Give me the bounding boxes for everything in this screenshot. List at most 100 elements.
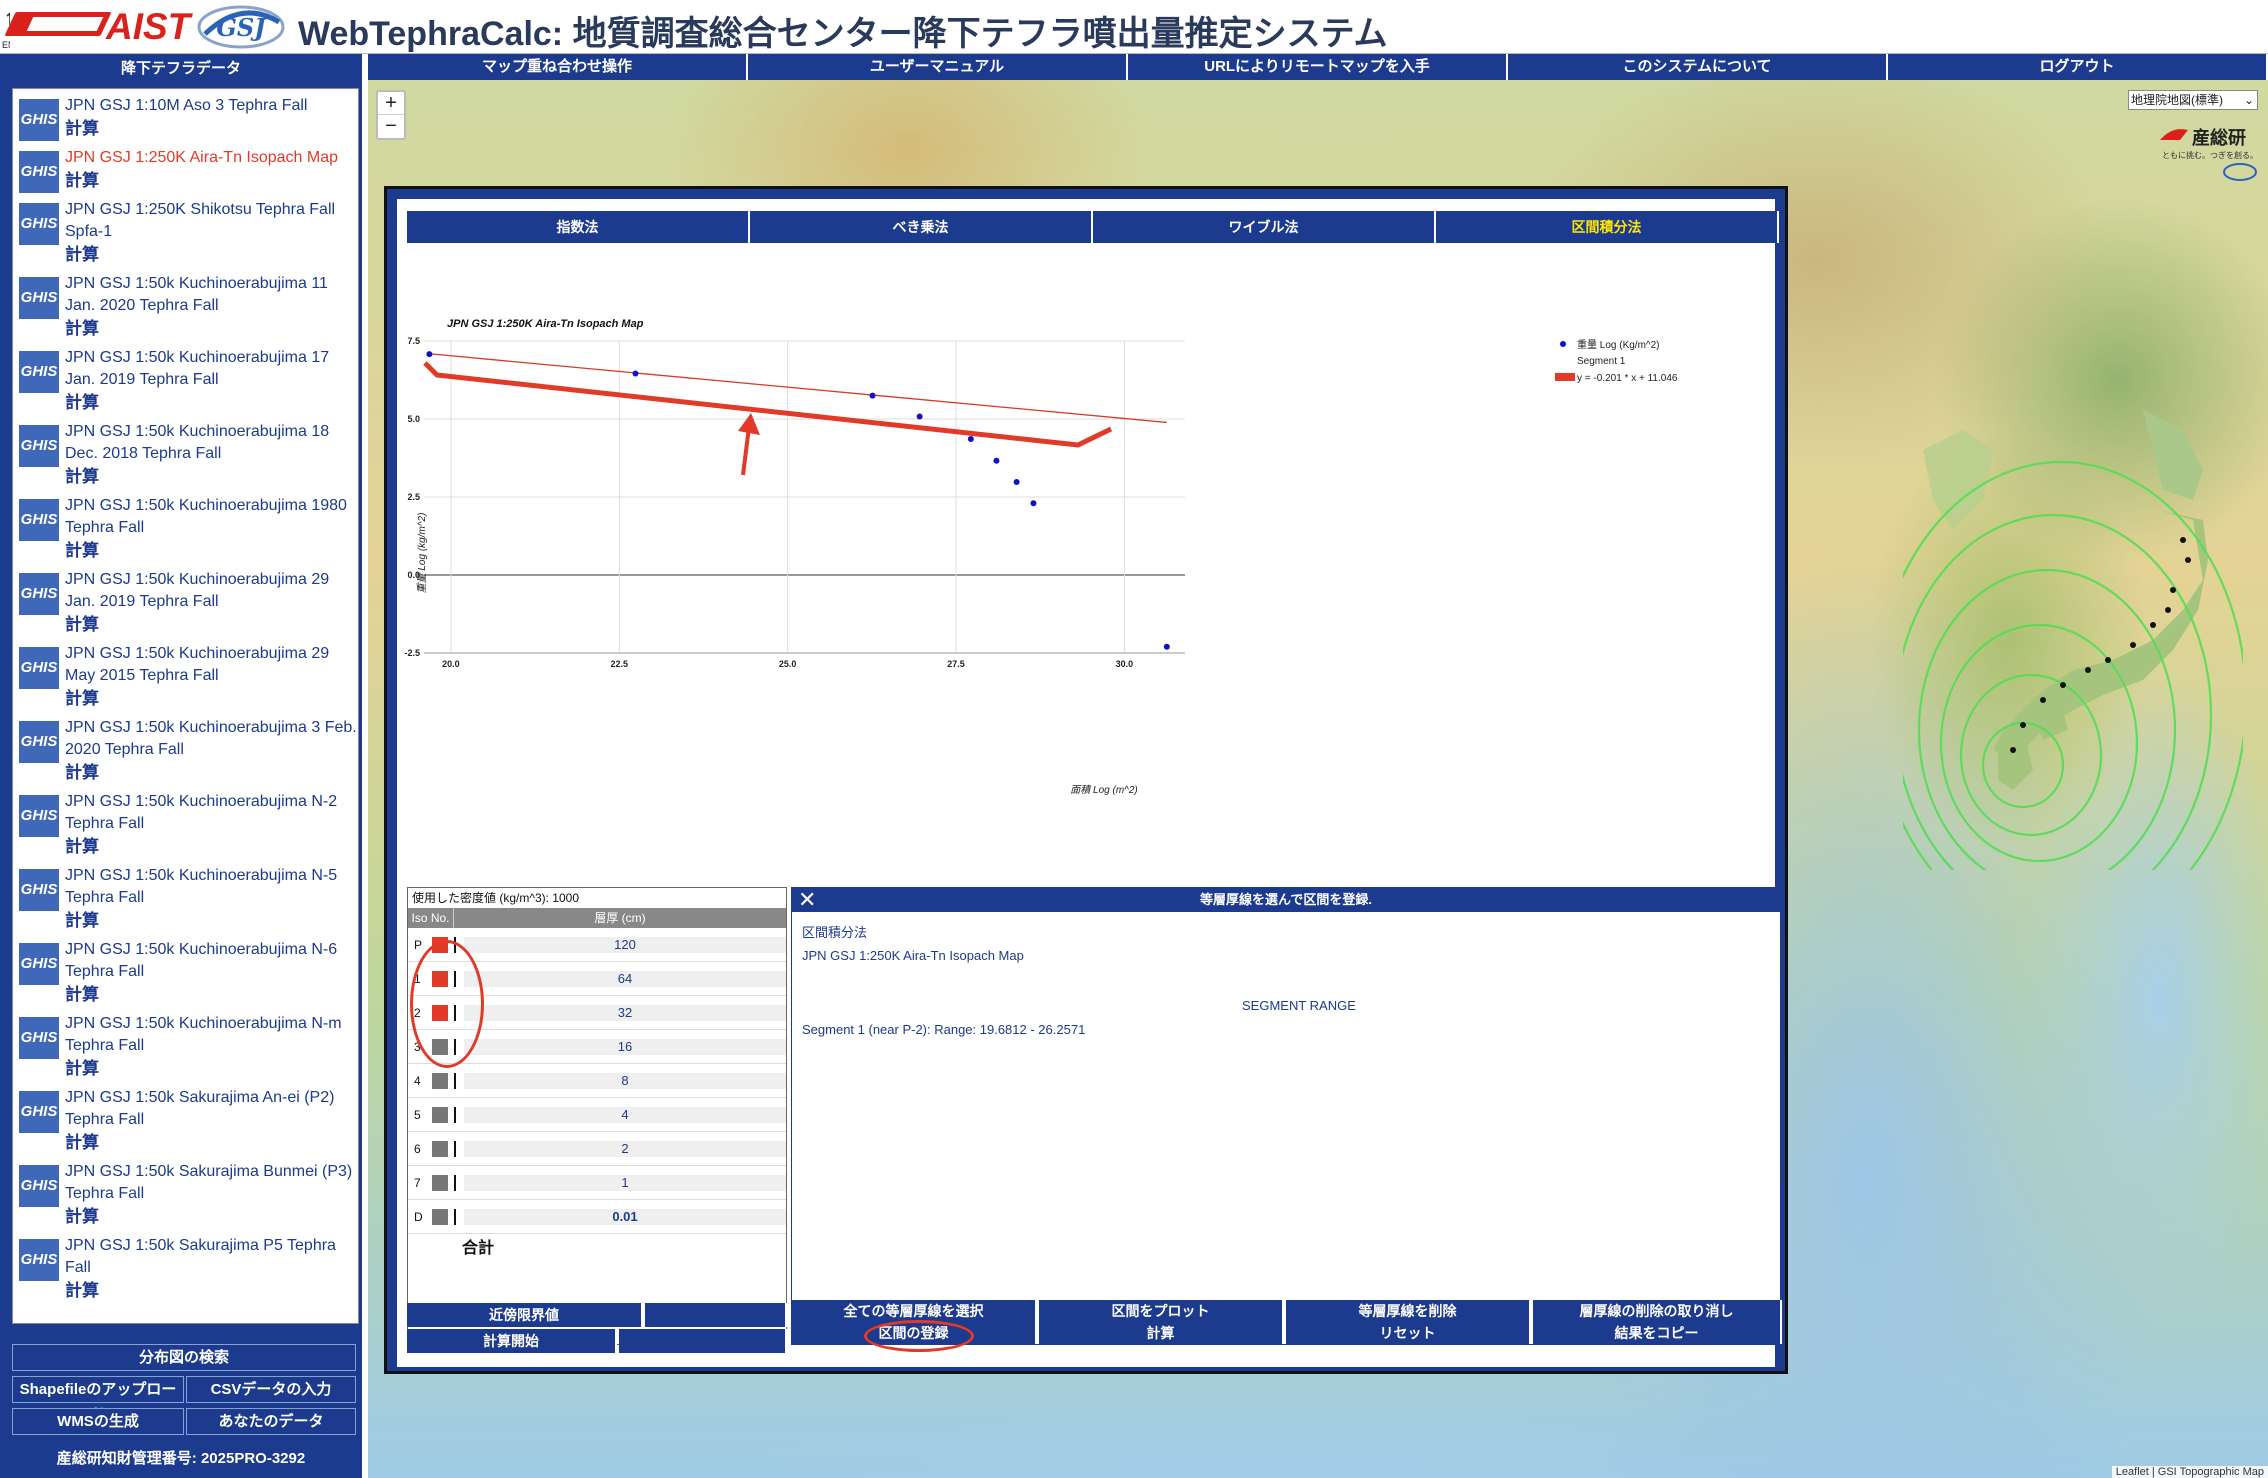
close-icon[interactable]: ✕	[798, 888, 816, 912]
ghis-icon[interactable]: GHIS	[19, 1017, 59, 1059]
dataset-name[interactable]: JPN GSJ 1:50k Kuchinoerabujima N-2 Tephr…	[65, 791, 358, 835]
select-all-isopachs-button[interactable]: 全ての等層厚線を選択	[792, 1300, 1037, 1322]
iso-thickness-value[interactable]: 32	[464, 1004, 786, 1021]
iso-color-swatch[interactable]	[432, 970, 448, 987]
iso-thickness-value[interactable]: 64	[464, 970, 786, 987]
dataset-calc-link[interactable]: 計算	[65, 243, 358, 267]
data-point[interactable]	[916, 413, 923, 420]
dataset-name[interactable]: JPN GSJ 1:50k Kuchinoerabujima 17 Jan. 2…	[65, 347, 358, 391]
ghis-icon[interactable]: GHIS	[19, 277, 59, 319]
dataset-item[interactable]: GHIS JPN GSJ 1:50k Sakurajima An-ei (P2) …	[13, 1081, 358, 1155]
ghis-icon[interactable]: GHIS	[19, 943, 59, 985]
undo-delete-isopach-button[interactable]: 層厚線の削除の取り消し	[1533, 1300, 1782, 1322]
iso-color-swatch[interactable]	[432, 1038, 448, 1055]
dataset-list[interactable]: GHIS JPN GSJ 1:10M Aso 3 Tephra Fall 計算 GHI…	[12, 88, 359, 1324]
dataset-item[interactable]: GHIS JPN GSJ 1:250K Aira-Tn Isopach Map 計算	[13, 141, 358, 193]
dataset-item[interactable]: GHIS JPN GSJ 1:50k Kuchinoerabujima N-m T…	[13, 1007, 358, 1081]
calc-result-cell[interactable]	[619, 1329, 787, 1353]
dataset-calc-link[interactable]: 計算	[65, 539, 358, 563]
zoom-out-button[interactable]: −	[378, 115, 404, 138]
copy-result-button[interactable]: 結果をコピー	[1533, 1322, 1782, 1344]
dataset-item[interactable]: GHIS JPN GSJ 1:50k Sakurajima P5 Tephra F…	[13, 1229, 358, 1303]
iso-row[interactable]: P 120	[408, 928, 786, 962]
iso-row[interactable]: D 0.01	[408, 1200, 786, 1234]
dataset-calc-link[interactable]: 計算	[65, 169, 358, 193]
dataset-name[interactable]: JPN GSJ 1:50k Sakurajima P5 Tephra Fall	[65, 1235, 358, 1279]
basemap-select[interactable]: 地理院地図(標準) ⌄	[2128, 90, 2258, 110]
calc-start-button[interactable]: 計算開始	[407, 1329, 617, 1353]
dataset-calc-link[interactable]: 計算	[65, 1205, 358, 1229]
dataset-calc-link[interactable]: 計算	[65, 1279, 358, 1303]
dataset-name[interactable]: JPN GSJ 1:50k Sakurajima An-ei (P2) Teph…	[65, 1087, 358, 1131]
data-point[interactable]	[993, 457, 1000, 464]
nav-remote-map[interactable]: URLによりリモートマップを入手	[1128, 54, 1508, 80]
data-point[interactable]	[1163, 643, 1170, 650]
nav-about[interactable]: このシステムについて	[1508, 54, 1888, 80]
iso-row[interactable]: 71	[408, 1166, 786, 1200]
dataset-item[interactable]: GHIS JPN GSJ 1:50k Kuchinoerabujima N-5 T…	[13, 859, 358, 933]
ghis-icon[interactable]: GHIS	[19, 1165, 59, 1207]
iso-row[interactable]: 48	[408, 1064, 786, 1098]
dataset-calc-link[interactable]: 計算	[65, 687, 358, 711]
tab-segment-integration[interactable]: 区間積分法	[1436, 211, 1779, 243]
nav-logout[interactable]: ログアウト	[1888, 54, 2268, 80]
iso-color-swatch[interactable]	[432, 1174, 448, 1191]
dataset-item[interactable]: GHIS JPN GSJ 1:10M Aso 3 Tephra Fall 計算	[13, 89, 358, 141]
shapefile-upload-button[interactable]: Shapefileのアップロード	[12, 1376, 184, 1423]
dataset-name[interactable]: JPN GSJ 1:50k Kuchinoerabujima 11 Jan. 2…	[65, 273, 358, 317]
data-point[interactable]	[869, 392, 876, 399]
dataset-item[interactable]: GHIS JPN GSJ 1:50k Kuchinoerabujima 3 Feb…	[13, 711, 358, 785]
delete-isopach-button[interactable]: 等層厚線を削除	[1286, 1300, 1531, 1322]
search-distribution-button[interactable]: 分布図の検索	[12, 1344, 356, 1371]
plot-segment-button[interactable]: 区間をプロット	[1039, 1300, 1284, 1322]
dataset-calc-link[interactable]: 計算	[65, 613, 358, 637]
iso-row[interactable]: 1 64	[408, 962, 786, 996]
calculate-button[interactable]: 計算	[1039, 1322, 1284, 1344]
dataset-item[interactable]: GHIS JPN GSJ 1:50k Kuchinoerabujima 18 De…	[13, 415, 358, 489]
data-point[interactable]	[1013, 479, 1020, 486]
ghis-icon[interactable]: GHIS	[19, 869, 59, 911]
ghis-icon[interactable]: GHIS	[19, 795, 59, 837]
dataset-name[interactable]: JPN GSJ 1:50k Kuchinoerabujima 29 Jan. 2…	[65, 569, 358, 613]
dataset-calc-link[interactable]: 計算	[65, 983, 358, 1007]
iso-color-swatch[interactable]	[432, 936, 448, 953]
iso-row[interactable]: 54	[408, 1098, 786, 1132]
iso-color-swatch[interactable]	[432, 1106, 448, 1123]
dataset-item[interactable]: GHIS JPN GSJ 1:50k Kuchinoerabujima 29 Ja…	[13, 563, 358, 637]
dataset-item[interactable]: GHIS JPN GSJ 1:50k Kuchinoerabujima 11 Ja…	[13, 267, 358, 341]
reset-button[interactable]: リセット	[1286, 1322, 1531, 1344]
dataset-calc-link[interactable]: 計算	[65, 1131, 358, 1155]
dataset-calc-link[interactable]: 計算	[65, 317, 358, 341]
dataset-name[interactable]: JPN GSJ 1:50k Kuchinoerabujima N-5 Tephr…	[65, 865, 358, 909]
data-point[interactable]	[426, 351, 433, 358]
nav-map-overlay[interactable]: マップ重ね合わせ操作	[368, 54, 748, 80]
dataset-name[interactable]: JPN GSJ 1:50k Kuchinoerabujima N-6 Tephr…	[65, 939, 358, 983]
iso-thickness-value[interactable]: 4	[464, 1106, 786, 1123]
dataset-name[interactable]: JPN GSJ 1:50k Kuchinoerabujima 3 Feb. 20…	[65, 717, 358, 761]
dataset-item[interactable]: GHIS JPN GSJ 1:50k Kuchinoerabujima N-2 T…	[13, 785, 358, 859]
dataset-calc-link[interactable]: 計算	[65, 465, 358, 489]
tab-power-law[interactable]: べき乗法	[750, 211, 1093, 243]
dataset-name[interactable]: JPN GSJ 1:50k Kuchinoerabujima N-m Tephr…	[65, 1013, 358, 1057]
near-limit-button[interactable]: 近傍限界値	[407, 1303, 643, 1327]
iso-color-swatch[interactable]	[432, 1004, 448, 1021]
dataset-name[interactable]: JPN GSJ 1:50k Kuchinoerabujima 29 May 20…	[65, 643, 358, 687]
register-segment-button[interactable]: 区間の登録	[792, 1322, 1037, 1344]
wms-generate-button[interactable]: WMSの生成	[12, 1408, 184, 1435]
csv-input-button[interactable]: CSVデータの入力	[186, 1376, 356, 1403]
dataset-name[interactable]: JPN GSJ 1:50k Kuchinoerabujima 18 Dec. 2…	[65, 421, 358, 465]
ghis-icon[interactable]: GHIS	[19, 721, 59, 763]
ghis-icon[interactable]: GHIS	[19, 1091, 59, 1133]
iso-thickness-value[interactable]: 16	[464, 1038, 786, 1055]
ghis-icon[interactable]: GHIS	[19, 203, 59, 245]
dataset-calc-link[interactable]: 計算	[65, 909, 358, 933]
dataset-item[interactable]: GHIS JPN GSJ 1:50k Kuchinoerabujima 1980 …	[13, 489, 358, 563]
dataset-calc-link[interactable]: 計算	[65, 117, 358, 141]
dataset-name[interactable]: JPN GSJ 1:250K Aira-Tn Isopach Map	[65, 147, 358, 169]
dataset-calc-link[interactable]: 計算	[65, 1057, 358, 1081]
dataset-item[interactable]: GHIS JPN GSJ 1:250K Shikotsu Tephra Fall …	[13, 193, 358, 267]
dataset-calc-link[interactable]: 計算	[65, 835, 358, 859]
dataset-name[interactable]: JPN GSJ 1:50k Sakurajima Bunmei (P3) Tep…	[65, 1161, 358, 1205]
dataset-item[interactable]: GHIS JPN GSJ 1:50k Kuchinoerabujima 17 Ja…	[13, 341, 358, 415]
iso-row[interactable]: 3 16	[408, 1030, 786, 1064]
